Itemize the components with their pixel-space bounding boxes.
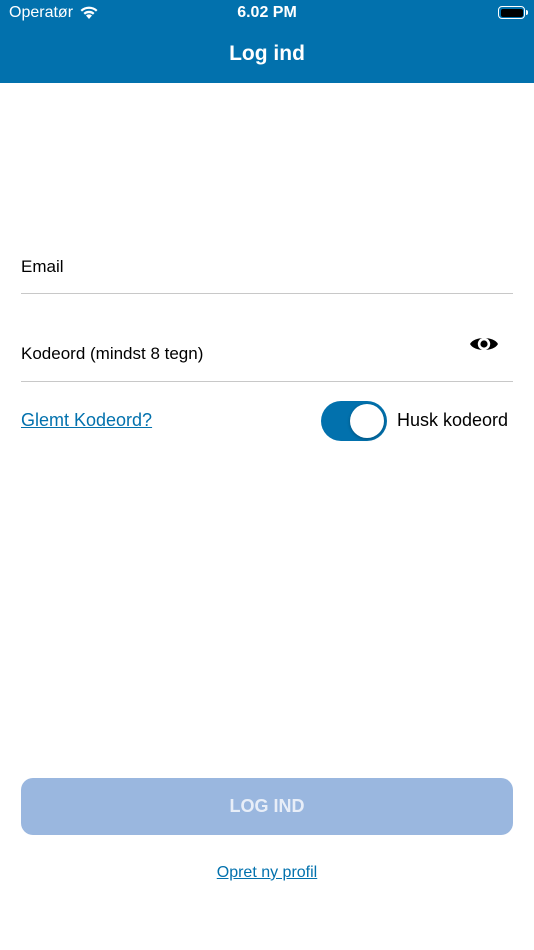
eye-icon[interactable] [469, 332, 499, 356]
forgot-password-link[interactable]: Glemt Kodeord? [21, 410, 152, 431]
status-time: 6.02 PM [237, 4, 297, 21]
toggle-knob [350, 404, 384, 438]
remember-password-label: Husk kodeord [397, 410, 509, 430]
login-button[interactable]: LOG IND [21, 778, 513, 835]
create-profile-link[interactable]: Opret ny profil [0, 864, 534, 882]
battery-icon [498, 6, 528, 19]
password-field[interactable]: Kodeord (mindst 8 tegn) [21, 330, 513, 382]
header-bar: Operatør 6.02 PM Log ind [0, 0, 534, 83]
remember-password-toggle[interactable] [321, 401, 387, 441]
login-screen: Operatør 6.02 PM Log ind Email Kodeord (… [0, 0, 534, 950]
password-placeholder: Kodeord (mindst 8 tegn) [21, 344, 204, 363]
email-field[interactable]: Email [21, 247, 513, 294]
page-title: Log ind [229, 42, 305, 65]
email-placeholder: Email [21, 257, 64, 276]
